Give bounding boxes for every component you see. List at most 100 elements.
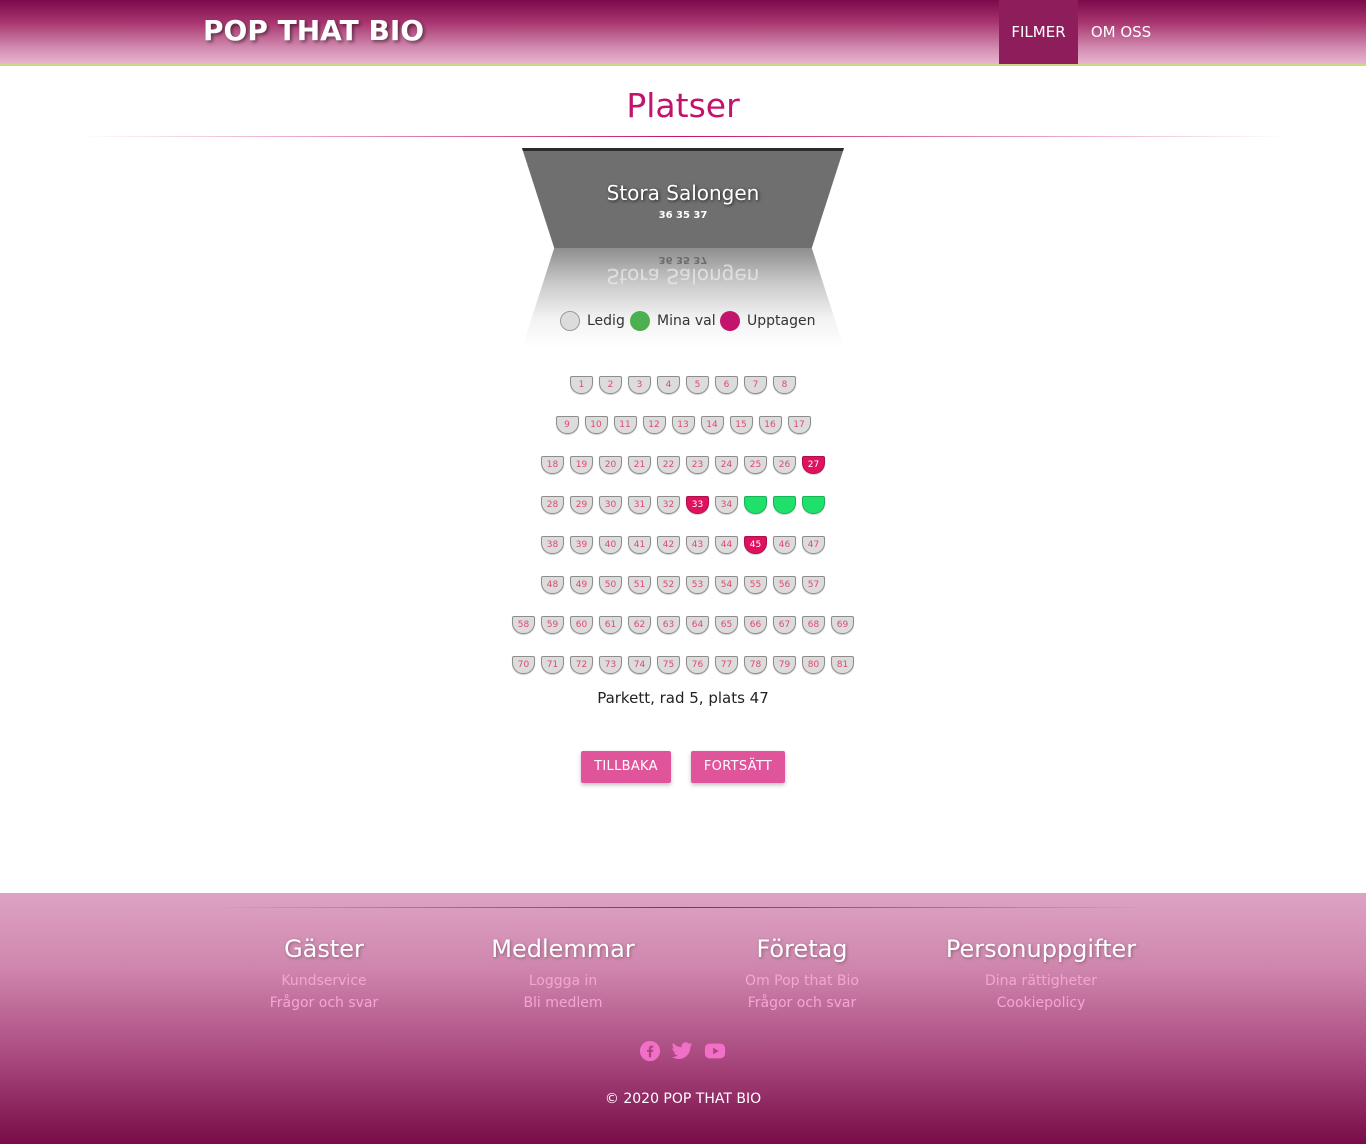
seat-25[interactable]: 25 [744, 456, 767, 474]
seat-51[interactable]: 51 [628, 576, 651, 594]
seat-5[interactable]: 5 [686, 376, 709, 394]
seat-10[interactable]: 10 [584, 416, 608, 434]
seat-9[interactable]: 9 [555, 416, 579, 434]
seat-8[interactable]: 8 [773, 376, 796, 394]
seat-67[interactable]: 67 [773, 616, 796, 634]
seat-16[interactable]: 16 [758, 416, 782, 434]
footer-column-medlemmar: Medlemmar Loggga in Bli medlem [443, 935, 683, 1013]
seat-44[interactable]: 44 [715, 536, 738, 554]
footer-link-login[interactable]: Loggga in [443, 973, 683, 991]
seat-42[interactable]: 42 [657, 536, 680, 554]
seat-35[interactable]: 35 [744, 496, 767, 514]
seat-59[interactable]: 59 [541, 616, 564, 634]
seat-12[interactable]: 12 [642, 416, 666, 434]
seat-47[interactable]: 47 [802, 536, 825, 554]
seat-map: 1 2 3 4 5 6 7 8 9 10 11 12 13 14 15 16 17 18 19 20 21 22 23 24 2… [0, 0, 1366, 700]
seat-37[interactable]: 37 [802, 496, 825, 514]
seat-26[interactable]: 26 [773, 456, 796, 474]
seat-29[interactable]: 29 [570, 496, 593, 514]
seat-79[interactable]: 79 [773, 656, 796, 674]
seat-11[interactable]: 11 [613, 416, 637, 434]
seat-19[interactable]: 19 [570, 456, 593, 474]
footer-link-signup[interactable]: Bli medlem [443, 995, 683, 1013]
seat-31[interactable]: 31 [628, 496, 651, 514]
footer-heading: Personuppgifter [945, 935, 1137, 963]
seat-75[interactable]: 75 [657, 656, 680, 674]
seat-32[interactable]: 32 [657, 496, 680, 514]
footer-link-cookies[interactable]: Cookiepolicy [921, 995, 1161, 1013]
seat-2[interactable]: 2 [599, 376, 622, 394]
seat-24[interactable]: 24 [715, 456, 738, 474]
seat-65[interactable]: 65 [715, 616, 738, 634]
seat-68[interactable]: 68 [802, 616, 825, 634]
seat-60[interactable]: 60 [570, 616, 593, 634]
seat-23[interactable]: 23 [686, 456, 709, 474]
seat-56[interactable]: 56 [773, 576, 796, 594]
seat-80[interactable]: 80 [802, 656, 825, 674]
seat-4[interactable]: 4 [657, 376, 680, 394]
seat-36[interactable]: 36 [773, 496, 796, 514]
seat-74[interactable]: 74 [628, 656, 651, 674]
seat-49[interactable]: 49 [570, 576, 593, 594]
footer-column-personuppgifter: Personuppgifter Dina rättigheter Cookiep… [921, 935, 1161, 1013]
seat-1[interactable]: 1 [570, 376, 593, 394]
seat-20[interactable]: 20 [599, 456, 622, 474]
seat-45[interactable]: 45 [744, 536, 767, 554]
seat-52[interactable]: 52 [657, 576, 680, 594]
seat-21[interactable]: 21 [628, 456, 651, 474]
seat-58[interactable]: 58 [512, 616, 535, 634]
seat-73[interactable]: 73 [599, 656, 622, 674]
seat-53[interactable]: 53 [686, 576, 709, 594]
seat-17[interactable]: 17 [787, 416, 811, 434]
seat-63[interactable]: 63 [657, 616, 680, 634]
footer-heading: Gäster [284, 935, 364, 963]
footer-link-about[interactable]: Om Pop that Bio [682, 973, 922, 991]
footer-link-kundservice[interactable]: Kundservice [204, 973, 444, 991]
seat-50[interactable]: 50 [599, 576, 622, 594]
seat-30[interactable]: 30 [599, 496, 622, 514]
seat-71[interactable]: 71 [541, 656, 564, 674]
seat-54[interactable]: 54 [715, 576, 738, 594]
seat-46[interactable]: 46 [773, 536, 796, 554]
seat-33[interactable]: 33 [686, 496, 709, 514]
seat-38[interactable]: 38 [541, 536, 564, 554]
seat-39[interactable]: 39 [570, 536, 593, 554]
seat-40[interactable]: 40 [599, 536, 622, 554]
seat-7[interactable]: 7 [744, 376, 767, 394]
seat-77[interactable]: 77 [715, 656, 738, 674]
continue-button[interactable]: FORTSÄTT [691, 751, 785, 783]
seat-27[interactable]: 27 [802, 456, 825, 474]
seat-34[interactable]: 34 [715, 496, 738, 514]
twitter-icon[interactable] [669, 1040, 695, 1062]
seat-28[interactable]: 28 [541, 496, 564, 514]
seat-81[interactable]: 81 [831, 656, 854, 674]
seat-41[interactable]: 41 [628, 536, 651, 554]
seat-62[interactable]: 62 [628, 616, 651, 634]
seat-18[interactable]: 18 [541, 456, 564, 474]
footer-link-rights[interactable]: Dina rättigheter [921, 973, 1161, 991]
footer-link-faq-company[interactable]: Frågor och svar [682, 995, 922, 1013]
seat-66[interactable]: 66 [744, 616, 767, 634]
back-button[interactable]: TILLBAKA [581, 751, 671, 783]
seat-15[interactable]: 15 [729, 416, 753, 434]
seat-76[interactable]: 76 [686, 656, 709, 674]
seat-22[interactable]: 22 [657, 456, 680, 474]
seat-43[interactable]: 43 [686, 536, 709, 554]
seat-13[interactable]: 13 [671, 416, 695, 434]
seat-61[interactable]: 61 [599, 616, 622, 634]
seat-64[interactable]: 64 [686, 616, 709, 634]
selected-seat-info: Parkett, rad 5, plats 47 [597, 689, 769, 707]
seat-78[interactable]: 78 [744, 656, 767, 674]
seat-3[interactable]: 3 [628, 376, 651, 394]
seat-14[interactable]: 14 [700, 416, 724, 434]
seat-48[interactable]: 48 [541, 576, 564, 594]
seat-70[interactable]: 70 [512, 656, 535, 674]
facebook-icon[interactable] [637, 1040, 663, 1062]
footer-link-faq[interactable]: Frågor och svar [204, 995, 444, 1013]
seat-55[interactable]: 55 [744, 576, 767, 594]
seat-72[interactable]: 72 [570, 656, 593, 674]
seat-69[interactable]: 69 [831, 616, 854, 634]
seat-57[interactable]: 57 [802, 576, 825, 594]
youtube-icon[interactable] [702, 1040, 728, 1062]
seat-6[interactable]: 6 [715, 376, 738, 394]
